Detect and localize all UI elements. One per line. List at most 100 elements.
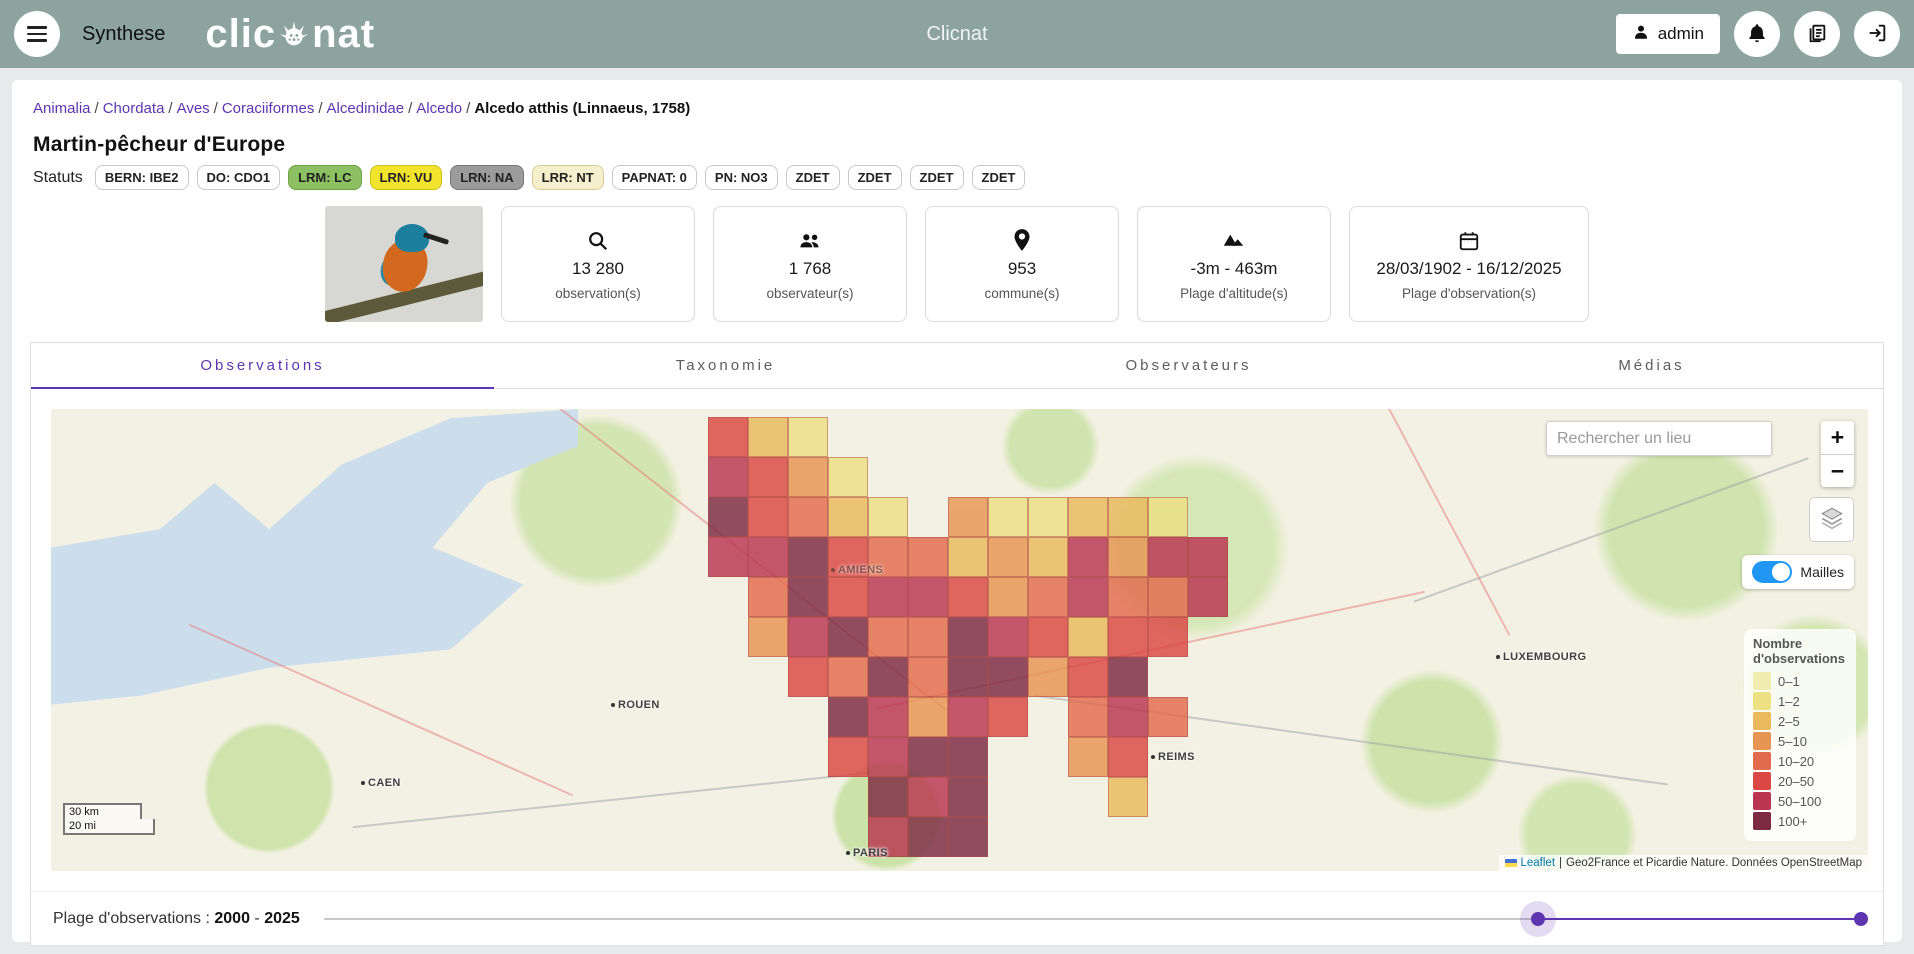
grid-cell[interactable] [1148,497,1188,537]
grid-cell[interactable] [1028,577,1068,617]
grid-cell[interactable] [1108,617,1148,657]
clicnat-logo[interactable]: clicnat [205,12,375,57]
grid-cell[interactable] [1028,657,1068,697]
grid-cell[interactable] [828,737,868,777]
grid-cell[interactable] [708,457,748,497]
layers-button[interactable] [1809,497,1854,542]
grid-cell[interactable] [788,657,828,697]
grid-cell[interactable] [788,537,828,577]
grid-cell[interactable] [788,417,828,457]
range-slider[interactable] [324,901,1861,937]
grid-cell[interactable] [1108,737,1148,777]
grid-cell[interactable] [948,777,988,817]
grid-cell[interactable] [1068,617,1108,657]
grid-cell[interactable] [828,617,868,657]
grid-cell[interactable] [788,617,828,657]
news-button[interactable] [1794,11,1840,57]
notifications-button[interactable] [1734,11,1780,57]
grid-cell[interactable] [868,577,908,617]
grid-cell[interactable] [948,657,988,697]
grid-cell[interactable] [1108,577,1148,617]
tab-medias[interactable]: Médias [1420,343,1883,388]
breadcrumb-link[interactable]: Chordata [103,100,165,117]
slider-handle-end[interactable] [1854,912,1868,926]
grid-cell[interactable] [1068,657,1108,697]
grid-cell[interactable] [1148,697,1188,737]
grid-cell[interactable] [868,737,908,777]
grid-cell[interactable] [988,537,1028,577]
grid-cell[interactable] [868,697,908,737]
tab-observations[interactable]: Observations [31,343,494,388]
grid-cell[interactable] [1148,617,1188,657]
grid-cell[interactable] [868,657,908,697]
grid-cell[interactable] [1068,737,1108,777]
grid-cell[interactable] [988,617,1028,657]
mailles-toggle[interactable] [1752,561,1792,583]
grid-cell[interactable] [1148,577,1188,617]
tab-observateurs[interactable]: Observateurs [957,343,1420,388]
admin-user-button[interactable]: admin [1616,14,1720,54]
grid-cell[interactable] [748,457,788,497]
leaflet-link[interactable]: Leaflet [1521,857,1556,869]
grid-cell[interactable] [948,497,988,537]
grid-cell[interactable] [948,617,988,657]
grid-cell[interactable] [1188,577,1228,617]
leaflet-map[interactable]: CAENROUENAMIENSPARISREIMSLUXEMBOURG + − … [51,409,1868,871]
grid-cell[interactable] [908,817,948,857]
grid-cell[interactable] [828,457,868,497]
zoom-in-button[interactable]: + [1821,421,1854,454]
grid-cell[interactable] [908,577,948,617]
grid-cell[interactable] [948,737,988,777]
grid-cell[interactable] [868,617,908,657]
tab-taxonomie[interactable]: Taxonomie [494,343,957,388]
grid-cell[interactable] [908,617,948,657]
grid-cell[interactable] [1108,537,1148,577]
grid-cell[interactable] [748,617,788,657]
search-input[interactable] [1546,421,1772,456]
grid-cell[interactable] [748,537,788,577]
grid-cell[interactable] [948,577,988,617]
grid-cell[interactable] [708,537,748,577]
grid-cell[interactable] [748,417,788,457]
grid-cell[interactable] [1028,497,1068,537]
grid-cell[interactable] [908,737,948,777]
grid-cell[interactable] [708,417,748,457]
grid-cell[interactable] [1068,537,1108,577]
grid-cell[interactable] [1148,537,1188,577]
logout-button[interactable] [1854,11,1900,57]
breadcrumb-link[interactable]: Alcedo [416,100,462,117]
grid-cell[interactable] [948,817,988,857]
grid-cell[interactable] [1188,537,1228,577]
zoom-out-button[interactable]: − [1821,454,1854,487]
grid-cell[interactable] [1108,657,1148,697]
grid-cell[interactable] [908,777,948,817]
grid-cell[interactable] [828,577,868,617]
grid-cell[interactable] [988,657,1028,697]
grid-cell[interactable] [868,777,908,817]
grid-cell[interactable] [948,537,988,577]
grid-cell[interactable] [948,697,988,737]
grid-cell[interactable] [828,657,868,697]
grid-cell[interactable] [988,697,1028,737]
breadcrumb-link[interactable]: Coraciiformes [222,100,315,117]
grid-cell[interactable] [708,497,748,537]
grid-cell[interactable] [988,497,1028,537]
grid-cell[interactable] [1068,497,1108,537]
grid-cell[interactable] [1068,697,1108,737]
menu-button[interactable] [14,11,60,57]
grid-cell[interactable] [1028,537,1068,577]
grid-cell[interactable] [868,497,908,537]
breadcrumb-link[interactable]: Alcedinidae [327,100,405,117]
grid-cell[interactable] [748,577,788,617]
grid-cell[interactable] [1108,697,1148,737]
grid-cell[interactable] [788,577,828,617]
grid-cell[interactable] [1108,777,1148,817]
grid-cell[interactable] [908,537,948,577]
grid-cell[interactable] [788,457,828,497]
grid-cell[interactable] [908,697,948,737]
grid-cell[interactable] [828,697,868,737]
grid-cell[interactable] [1028,617,1068,657]
slider-handle-start[interactable] [1531,912,1545,926]
grid-cell[interactable] [988,577,1028,617]
breadcrumb-link[interactable]: Animalia [33,100,91,117]
